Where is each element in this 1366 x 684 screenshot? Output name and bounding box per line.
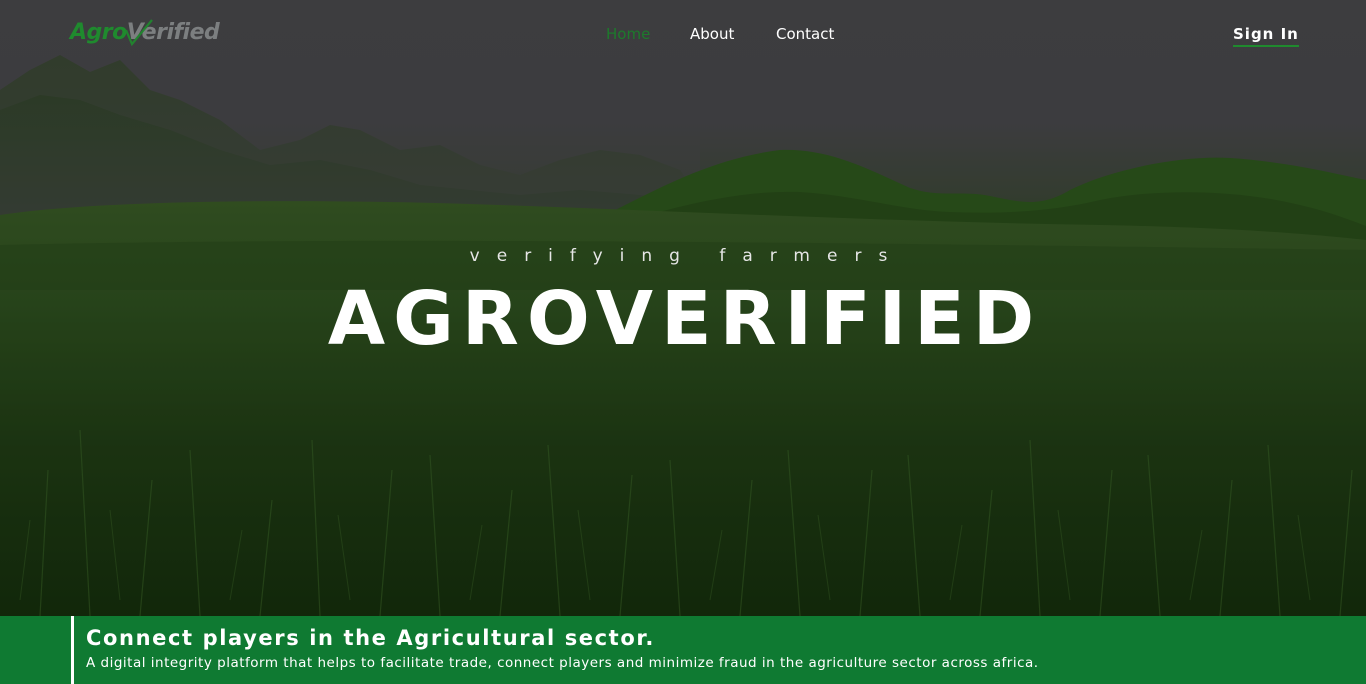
info-banner: Connect players in the Agricultural sect…	[0, 616, 1366, 684]
nav-link-home[interactable]: Home	[606, 25, 650, 43]
banner-title: Connect players in the Agricultural sect…	[86, 626, 655, 650]
hero-tagline: verifying farmers	[469, 246, 905, 266]
banner-description: A digital integrity platform that helps …	[86, 655, 1039, 671]
logo-check-icon	[124, 19, 153, 47]
hero-headline: AGROVERIFIED	[327, 276, 1043, 362]
hero-section: AgroVerified Home About Contact Sign In …	[0, 0, 1366, 616]
top-navbar: AgroVerified Home About Contact Sign In	[0, 0, 1366, 70]
banner-divider	[71, 616, 74, 684]
nav-link-contact[interactable]: Contact	[776, 25, 834, 43]
brand-logo[interactable]: AgroVerified	[70, 18, 220, 52]
sign-in-link[interactable]: Sign In	[1233, 25, 1299, 47]
nav-link-about[interactable]: About	[690, 25, 734, 43]
